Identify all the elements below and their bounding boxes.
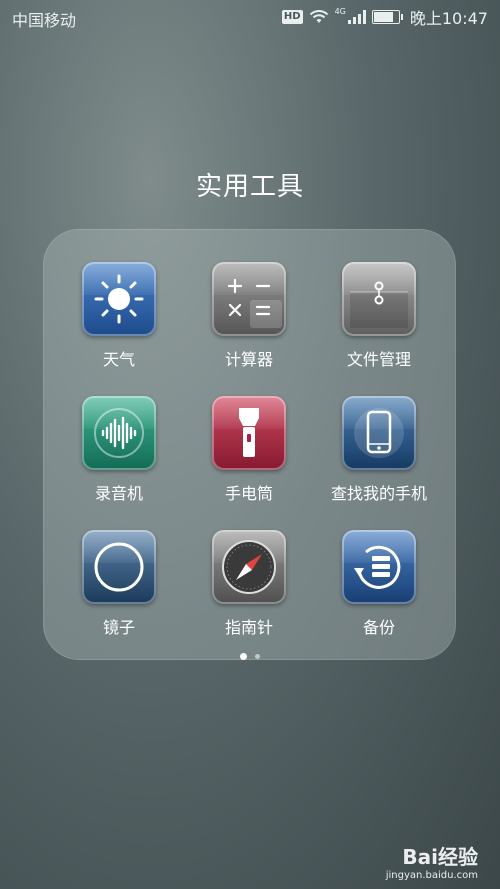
flashlight-icon: [212, 396, 286, 470]
app-backup[interactable]: 备份: [319, 530, 439, 638]
app-calculator[interactable]: 计算器: [189, 262, 309, 370]
carrier-name: 中国移动: [12, 11, 77, 30]
app-label: 天气: [102, 350, 135, 369]
page-dot[interactable]: [255, 654, 260, 659]
app-label: 镜子: [102, 618, 135, 637]
app-voice-recorder[interactable]: 录音机: [59, 396, 179, 504]
app-mirror[interactable]: 镜子: [59, 530, 179, 638]
weather-sun-icon: [82, 262, 156, 336]
app-label: 指南针: [224, 618, 273, 637]
hd-voice-icon: HD: [281, 10, 303, 24]
clock: 晚上10:47: [409, 9, 488, 28]
calculator-icon: [212, 262, 286, 336]
watermark: Bai经验 jingyan.baidu.com: [386, 841, 478, 881]
app-find-my-phone[interactable]: 查找我的手机: [319, 396, 439, 504]
app-label: 备份: [362, 618, 395, 637]
folder-title[interactable]: 实用工具: [0, 166, 500, 203]
voice-recorder-icon: [82, 396, 156, 470]
network-type: 4G: [334, 6, 346, 16]
wifi-icon: [309, 10, 328, 23]
app-file-manager[interactable]: 文件管理: [319, 262, 439, 370]
find-my-phone-icon: [342, 396, 416, 470]
status-icons: HD 4G 晚上10:47: [281, 6, 488, 28]
watermark-brand: Bai经验: [402, 845, 478, 869]
page-indicator: [0, 645, 500, 664]
app-label: 文件管理: [346, 350, 411, 369]
backup-icon: [342, 530, 416, 604]
compass-icon: [212, 530, 286, 604]
app-weather[interactable]: 天气: [59, 262, 179, 370]
signal-strength-icon: [347, 10, 366, 24]
status-bar: 中国移动 HD 4G 晚上10:47: [0, 0, 500, 34]
battery-icon: [371, 10, 403, 24]
app-label: 查找我的手机: [330, 484, 427, 503]
mirror-icon: [82, 530, 156, 604]
app-label: 手电筒: [224, 484, 273, 503]
watermark-site: jingyan.baidu.com: [385, 870, 478, 881]
file-manager-icon: [342, 262, 416, 336]
app-compass[interactable]: 指南针: [189, 530, 309, 638]
page-dot-active[interactable]: [240, 653, 247, 660]
app-label: 录音机: [94, 484, 143, 503]
app-label: 计算器: [224, 350, 273, 369]
app-flashlight[interactable]: 手电筒: [189, 396, 309, 504]
